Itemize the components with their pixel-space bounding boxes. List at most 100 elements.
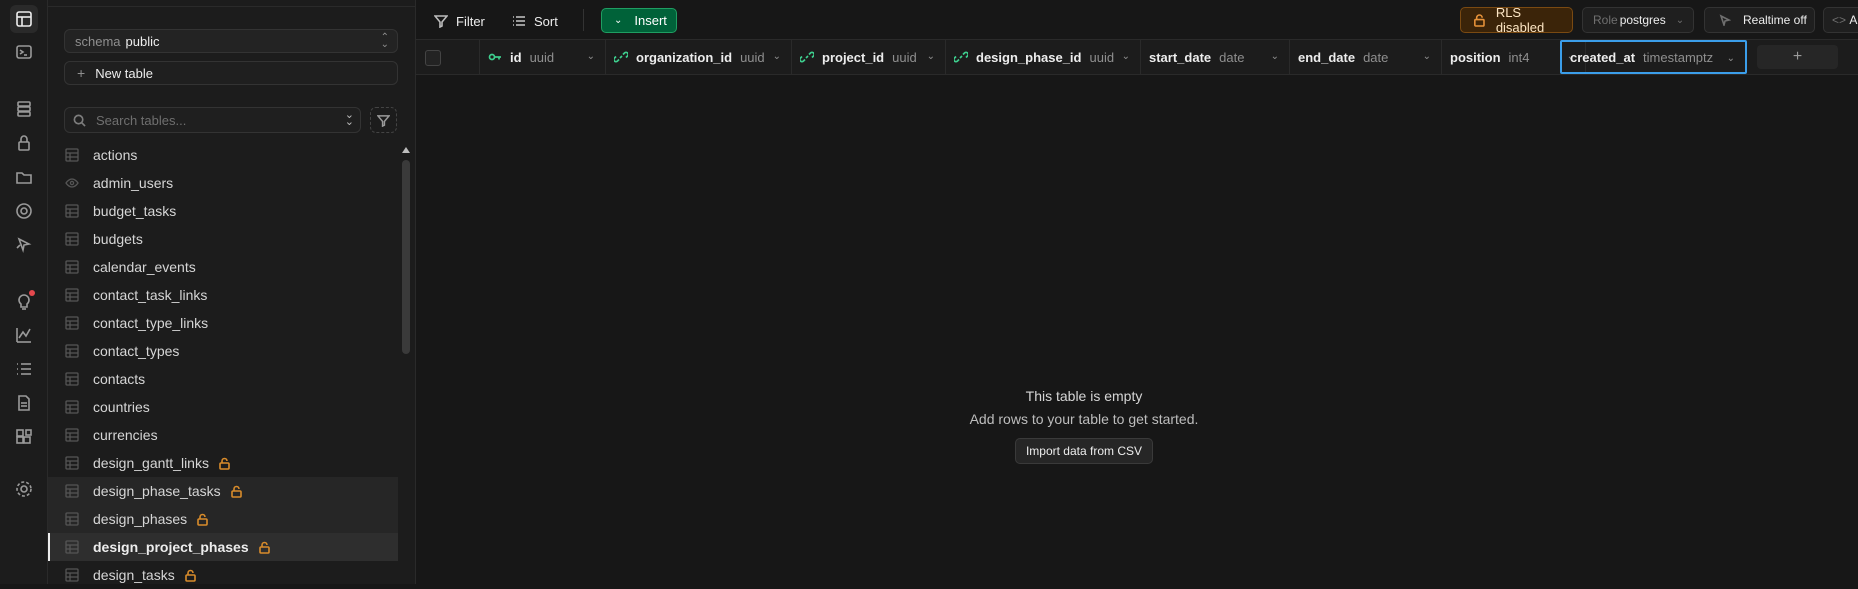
sidebar-table-item[interactable]: contacts <box>48 365 398 393</box>
scroll-up-arrow-icon[interactable] <box>402 147 410 153</box>
schema-select[interactable]: schema public ⌃ ⌄ <box>64 29 398 53</box>
column-type: uuid <box>529 49 555 65</box>
collapse-chevrons-icon[interactable]: ⌄ ⌄ <box>345 110 354 128</box>
sort-label: Sort <box>534 13 558 29</box>
column-header-start-date[interactable]: start_date date ⌄ <box>1141 40 1290 74</box>
table-icon <box>65 484 79 498</box>
api-button[interactable]: <> A <box>1823 7 1858 33</box>
sidebar-table-item[interactable]: budget_tasks <box>48 197 398 225</box>
column-name: design_phase_id <box>976 49 1082 65</box>
sidebar-table-item[interactable]: contact_type_links <box>48 309 398 337</box>
column-name: end_date <box>1298 49 1356 65</box>
table-name: budget_tasks <box>93 203 177 219</box>
search-tables-input[interactable] <box>94 111 318 129</box>
column-header-created-at[interactable]: created_at timestamptz ⌄ <box>1560 40 1747 74</box>
reports-icon[interactable] <box>13 324 35 346</box>
sidebar-table-item[interactable]: contact_task_links <box>48 281 398 309</box>
sidebar-table-item[interactable]: contact_types <box>48 337 398 365</box>
chevron-down-icon[interactable]: ⌄ <box>587 51 595 62</box>
import-csv-button[interactable]: Import data from CSV <box>1014 438 1154 464</box>
realtime-icon[interactable] <box>13 234 35 256</box>
auth-icon[interactable] <box>13 132 35 154</box>
column-name: project_id <box>822 49 885 65</box>
filter-label: Filter <box>456 13 485 29</box>
sidebar-table-item[interactable]: countries <box>48 393 398 421</box>
divider <box>48 6 415 7</box>
notification-dot <box>29 290 35 296</box>
unlock-icon <box>258 541 271 554</box>
column-name: position <box>1450 49 1501 65</box>
add-column-button[interactable]: + <box>1757 45 1838 69</box>
table-name: currencies <box>93 427 158 443</box>
sidebar-table-item[interactable]: design_phases <box>48 505 398 533</box>
column-header-project-id[interactable]: project_id uuid ⌄ <box>792 40 946 74</box>
empty-subtitle: Add rows to your table to get started. <box>969 411 1199 427</box>
filter-icon <box>434 15 448 28</box>
sidebar-table-item[interactable]: actions <box>48 141 398 169</box>
table-editor-icon[interactable] <box>10 5 38 33</box>
filter-schemas-button[interactable] <box>370 107 397 133</box>
sort-button[interactable]: Sort <box>512 10 558 32</box>
sidebar-table-item[interactable]: calendar_events <box>48 253 398 281</box>
table-icon <box>65 288 79 302</box>
sidebar-scrollbar[interactable] <box>400 141 412 584</box>
advisors-icon[interactable] <box>13 290 35 312</box>
rls-disabled-button[interactable]: RLS disabled <box>1460 5 1573 35</box>
column-type: date <box>1219 49 1245 65</box>
chevron-down-icon[interactable]: ⌄ <box>1271 51 1279 62</box>
sidebar-table-item[interactable]: budgets <box>48 225 398 253</box>
table-name: calendar_events <box>93 259 196 275</box>
chevron-down-icon: ⌄ <box>614 15 623 26</box>
column-type: date <box>1363 49 1389 65</box>
edge-functions-icon[interactable] <box>13 200 35 222</box>
storage-icon[interactable] <box>13 166 35 188</box>
sidebar-table-item[interactable]: currencies <box>48 421 398 449</box>
insert-button[interactable]: ⌄ Insert <box>601 8 677 33</box>
table-name: design_phase_tasks <box>93 483 221 499</box>
plus-icon: + <box>77 65 86 81</box>
sidebar-table-item[interactable]: design_gantt_links <box>48 449 398 477</box>
chevron-down-icon[interactable]: ⌄ <box>927 51 935 62</box>
new-table-button[interactable]: + New table <box>64 61 398 85</box>
column-header-id[interactable]: id uuid ⌄ <box>480 40 606 74</box>
table-icon <box>65 512 79 526</box>
sql-editor-icon[interactable] <box>13 41 35 63</box>
select-all-checkbox[interactable] <box>425 50 441 66</box>
logs-icon[interactable] <box>13 358 35 380</box>
sidebar-table-item[interactable]: admin_users <box>48 169 398 197</box>
settings-gear-icon[interactable] <box>13 478 35 500</box>
column-header-design-phase-id[interactable]: design_phase_id uuid ⌄ <box>946 40 1141 74</box>
select-all-cell <box>416 40 480 74</box>
sidebar-table-item[interactable]: design_phase_tasks <box>48 477 398 505</box>
role-value: postgres <box>1619 13 1666 27</box>
realtime-toggle-button[interactable]: Realtime off <box>1704 7 1815 33</box>
database-icon[interactable] <box>13 98 35 120</box>
unlock-icon <box>218 457 231 470</box>
scroll-thumb[interactable] <box>402 160 410 354</box>
chevron-down-icon[interactable]: ⌄ <box>1423 51 1431 62</box>
integrations-icon[interactable] <box>13 426 35 448</box>
table-icon <box>65 400 79 414</box>
key-icon <box>488 50 502 64</box>
api-docs-icon[interactable] <box>13 392 35 414</box>
role-select[interactable]: Role postgres ⌄ <box>1582 7 1694 33</box>
column-type: uuid <box>892 49 917 65</box>
column-type: int4 <box>1508 49 1530 65</box>
filter-button[interactable]: Filter <box>434 10 485 32</box>
chevron-down-icon[interactable]: ⌄ <box>1727 53 1735 64</box>
chevron-down-icon[interactable]: ⌄ <box>773 51 781 62</box>
table-name: design_tasks <box>93 567 175 583</box>
column-header-end-date[interactable]: end_date date ⌄ <box>1290 40 1442 74</box>
table-name: countries <box>93 399 150 415</box>
column-header-organization-id[interactable]: organization_id uuid ⌄ <box>606 40 792 74</box>
code-icon: <> <box>1832 13 1850 27</box>
column-name: start_date <box>1149 49 1212 65</box>
icon-rail <box>0 0 48 584</box>
chevron-down-icon[interactable]: ⌄ <box>1122 51 1130 62</box>
link-icon <box>613 50 629 64</box>
sidebar-table-item[interactable]: design_project_phases <box>48 533 398 561</box>
table-icon <box>65 456 79 470</box>
sidebar-table-item[interactable]: design_tasks <box>48 561 398 589</box>
unlock-icon <box>230 485 243 498</box>
table-list: actions admin_users budget_tasksbudgets cal… <box>48 141 398 589</box>
